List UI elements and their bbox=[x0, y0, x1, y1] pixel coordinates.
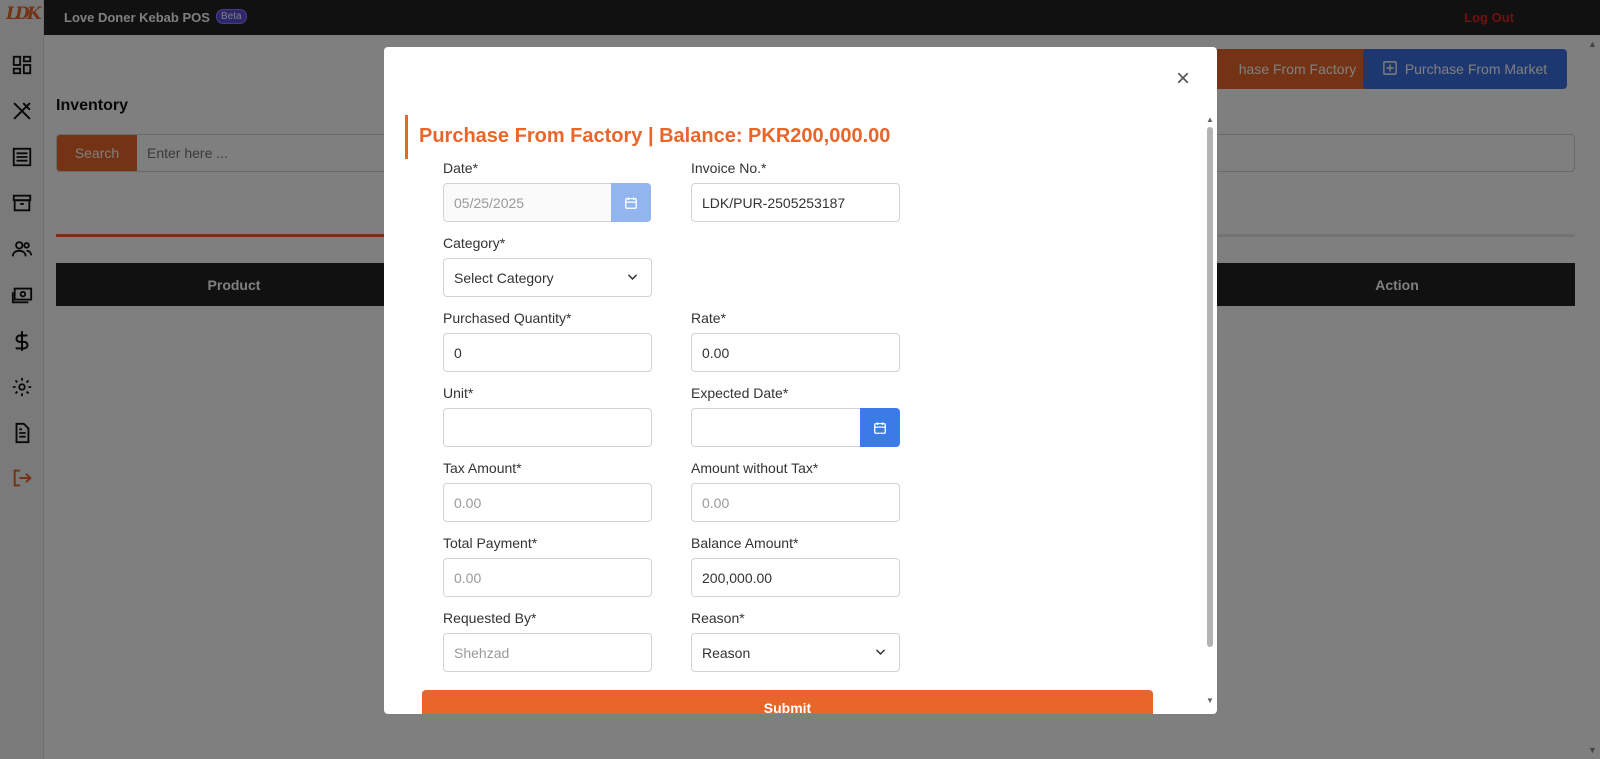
submit-button[interactable]: Submit bbox=[422, 690, 1153, 714]
modal-scroll-thumb[interactable] bbox=[1207, 127, 1213, 647]
rate-label: Rate* bbox=[691, 310, 727, 326]
balance-amount-value: 200,000.00 bbox=[702, 569, 773, 586]
calendar-icon bbox=[874, 421, 886, 434]
total-payment-field[interactable]: 0.00 bbox=[443, 558, 652, 597]
expected-date-label: Expected Date* bbox=[691, 385, 789, 401]
category-select[interactable]: Select Category bbox=[443, 258, 652, 297]
invoice-value: LDK/PUR-2505253187 bbox=[702, 194, 846, 211]
reason-select[interactable]: Reason bbox=[691, 633, 900, 672]
date-value: 05/25/2025 bbox=[454, 194, 525, 211]
balance-amount-label: Balance Amount* bbox=[691, 535, 799, 551]
purchase-modal: × ▲ ▼ Purchase From Factory | Balance: P… bbox=[384, 47, 1217, 714]
requested-by-label: Requested By* bbox=[443, 610, 537, 626]
calendar-icon bbox=[625, 196, 637, 209]
expected-date-calendar-button[interactable] bbox=[860, 408, 900, 447]
quantity-value: 0 bbox=[454, 344, 462, 361]
modal-scroll-down-icon[interactable]: ▼ bbox=[1206, 696, 1214, 705]
unit-field[interactable] bbox=[443, 408, 652, 447]
quantity-label: Purchased Quantity* bbox=[443, 310, 572, 326]
invoice-field[interactable]: LDK/PUR-2505253187 bbox=[691, 183, 900, 222]
page-scrollbar[interactable]: ▲ ▼ bbox=[1584, 35, 1600, 759]
modal-scrollbar[interactable]: ▲ ▼ bbox=[1205, 115, 1215, 705]
modal-scroll-up-icon[interactable]: ▲ bbox=[1206, 115, 1214, 124]
unit-label: Unit* bbox=[443, 385, 474, 401]
rate-field[interactable]: 0.00 bbox=[691, 333, 900, 372]
balance-amount-field[interactable]: 200,000.00 bbox=[691, 558, 900, 597]
date-field[interactable]: 05/25/2025 bbox=[443, 183, 613, 222]
amount-without-tax-value: 0.00 bbox=[702, 494, 730, 511]
reason-label: Reason* bbox=[691, 610, 745, 626]
rate-value: 0.00 bbox=[702, 344, 730, 361]
tax-amount-label: Tax Amount* bbox=[443, 460, 522, 476]
chevron-down-icon bbox=[626, 270, 639, 286]
scroll-down-arrow-icon[interactable]: ▼ bbox=[1588, 745, 1597, 755]
total-payment-label: Total Payment* bbox=[443, 535, 538, 551]
requested-by-field[interactable]: Shehzad bbox=[443, 633, 652, 672]
amount-without-tax-field[interactable]: 0.00 bbox=[691, 483, 900, 522]
category-label: Category* bbox=[443, 235, 506, 251]
close-icon[interactable]: × bbox=[1173, 67, 1193, 91]
date-calendar-button[interactable] bbox=[611, 183, 651, 222]
modal-title: Purchase From Factory | Balance: PKR200,… bbox=[405, 115, 890, 159]
amount-without-tax-label: Amount without Tax* bbox=[691, 460, 819, 476]
category-value: Select Category bbox=[454, 269, 554, 286]
total-payment-value: 0.00 bbox=[454, 569, 482, 586]
tax-amount-value: 0.00 bbox=[454, 494, 482, 511]
expected-date-field[interactable] bbox=[691, 408, 861, 447]
chevron-down-icon bbox=[874, 645, 887, 661]
scroll-up-arrow-icon[interactable]: ▲ bbox=[1588, 39, 1597, 49]
reason-value: Reason bbox=[702, 644, 751, 661]
quantity-field[interactable]: 0 bbox=[443, 333, 652, 372]
invoice-label: Invoice No.* bbox=[691, 160, 767, 176]
date-label: Date* bbox=[443, 160, 479, 176]
tax-amount-field[interactable]: 0.00 bbox=[443, 483, 652, 522]
requested-by-value: Shehzad bbox=[454, 644, 510, 661]
